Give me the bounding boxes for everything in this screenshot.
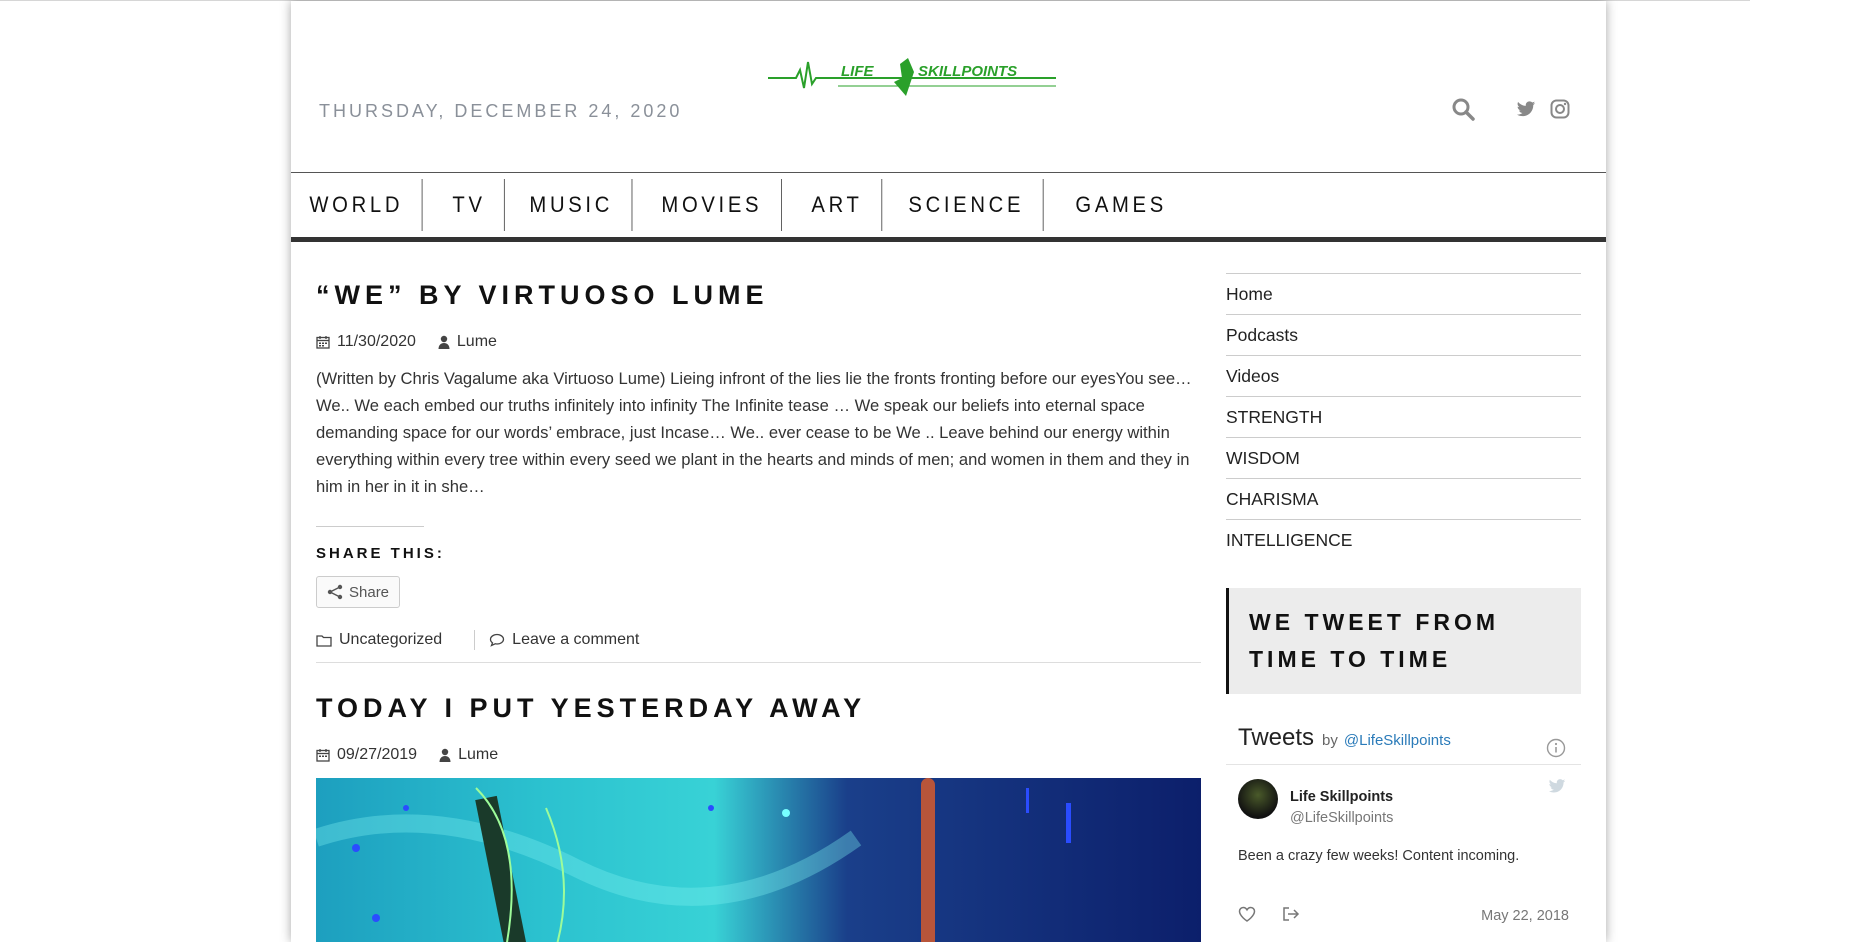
site-logo[interactable]: LIFE SKILLPOINTS <box>768 56 1058 103</box>
page-container: THURSDAY, DECEMBER 24, 2020 LIFE SKILLPO… <box>291 1 1606 942</box>
post-meta: 09/27/2019 Lume <box>316 746 1201 764</box>
sidebar-item-home[interactable]: Home <box>1226 273 1581 314</box>
timeline-header: Tweets by @LifeSkillpoints <box>1226 724 1581 765</box>
footer-separator <box>474 630 476 650</box>
post-author[interactable]: Lume <box>457 333 497 351</box>
main-nav: WORLD TV MUSIC MOVIES ART SCIENCE GAMES <box>291 172 1606 242</box>
folder-icon <box>316 634 332 647</box>
share-button[interactable]: Share <box>316 576 401 608</box>
widget-title: WE TWEET FROM TIME TO TIME <box>1226 588 1581 694</box>
tweet-text: Been a crazy few weeks! Content incoming… <box>1238 848 1520 864</box>
logo-life-text: LIFE <box>841 63 874 80</box>
nav-item-music[interactable]: MUSIC <box>511 179 633 231</box>
post-date[interactable]: 11/30/2020 <box>337 333 416 351</box>
tweet-actions: May 22, 2018 <box>1238 904 1569 928</box>
share-divider <box>316 526 424 527</box>
post-footer: Uncategorized Leave a comment <box>316 630 1201 650</box>
tweet-author-handle[interactable]: @LifeSkillpoints <box>1290 810 1569 826</box>
nav-item-art[interactable]: ART <box>793 179 883 231</box>
post-divider <box>316 662 1201 663</box>
post-2: TODAY I PUT YESTERDAY AWAY 09/27/2019 Lu… <box>316 693 1201 942</box>
main-content: “WE” BY VIRTUOSO LUME 11/30/2020 Lume (W… <box>316 242 1201 942</box>
share-label: SHARE THIS: <box>316 545 445 562</box>
timeline-heading: Tweets <box>1238 724 1315 751</box>
like-heart-icon[interactable] <box>1238 906 1256 927</box>
search-icon[interactable] <box>1451 97 1475 126</box>
sidebar-item-wisdom[interactable]: WISDOM <box>1226 437 1581 478</box>
nav-item-world[interactable]: WORLD <box>291 179 423 231</box>
share-tweet-icon[interactable] <box>1282 906 1300 927</box>
user-icon <box>438 335 450 349</box>
tweet-author-name[interactable]: Life Skillpoints <box>1290 789 1569 805</box>
post-meta: 11/30/2020 Lume <box>316 333 1201 351</box>
share-button-label: Share <box>349 583 390 601</box>
nav-item-movies[interactable]: MOVIES <box>643 179 782 231</box>
post-title[interactable]: “WE” BY VIRTUOSO LUME <box>316 280 1201 311</box>
share-icon <box>327 584 343 600</box>
calendar-icon <box>316 336 330 349</box>
post-category[interactable]: Uncategorized <box>339 631 442 649</box>
calendar-icon <box>316 749 330 762</box>
twitter-timeline: Tweets by @LifeSkillpoints Life Skillpoi… <box>1226 724 1581 942</box>
timeline-handle-link[interactable]: @LifeSkillpoints <box>1344 732 1451 749</box>
sidebar-item-intelligence[interactable]: INTELLIGENCE <box>1226 519 1581 560</box>
post-date[interactable]: 09/27/2019 <box>337 746 417 764</box>
post-excerpt: (Written by Chris Vagalume aka Virtuoso … <box>316 369 1192 496</box>
avatar[interactable] <box>1238 779 1278 819</box>
nav-item-tv[interactable]: TV <box>434 179 505 231</box>
logo-skillpoints-text: SKILLPOINTS <box>918 63 1017 80</box>
comment-icon <box>490 633 505 647</box>
tweet[interactable]: Life Skillpoints @LifeSkillpoints Been a… <box>1226 765 1581 942</box>
post-title[interactable]: TODAY I PUT YESTERDAY AWAY <box>316 693 1201 724</box>
sidebar-item-charisma[interactable]: CHARISMA <box>1226 478 1581 519</box>
twitter-bird-icon[interactable] <box>1548 779 1566 799</box>
user-icon <box>439 748 451 762</box>
nav-item-science[interactable]: SCIENCE <box>890 179 1044 231</box>
sidebar-item-podcasts[interactable]: Podcasts <box>1226 314 1581 355</box>
leave-comment-link[interactable]: Leave a comment <box>512 631 639 649</box>
sidebar: Home Podcasts Videos STRENGTH WISDOM CHA… <box>1226 273 1581 942</box>
sidebar-item-videos[interactable]: Videos <box>1226 355 1581 396</box>
sidebar-item-strength[interactable]: STRENGTH <box>1226 396 1581 437</box>
tweet-date[interactable]: May 22, 2018 <box>1481 908 1569 924</box>
instagram-icon[interactable] <box>1550 99 1570 124</box>
twitter-icon[interactable] <box>1516 101 1536 123</box>
post-author[interactable]: Lume <box>458 746 498 764</box>
header-date: THURSDAY, DECEMBER 24, 2020 <box>319 101 683 121</box>
timeline-by: by <box>1322 732 1338 749</box>
post-featured-image[interactable] <box>316 778 1201 942</box>
info-icon[interactable] <box>1546 738 1566 763</box>
nav-item-games[interactable]: GAMES <box>1057 179 1185 231</box>
